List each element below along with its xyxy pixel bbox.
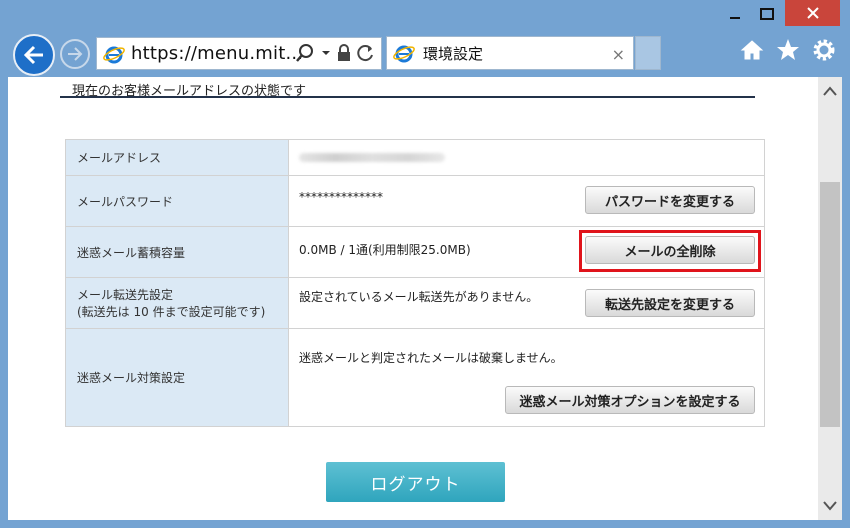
forward-button[interactable] bbox=[60, 39, 90, 69]
dropdown-icon[interactable] bbox=[321, 49, 331, 57]
row-label: 迷惑メール対策設定 bbox=[65, 328, 289, 427]
minimize-icon bbox=[730, 17, 740, 19]
address-bar[interactable]: https://menu.mit... bbox=[96, 37, 382, 70]
back-arrow-icon bbox=[23, 45, 43, 65]
spam-options-button[interactable]: 迷惑メール対策オプションを設定する bbox=[505, 386, 755, 414]
scrollbar-thumb[interactable] bbox=[820, 182, 840, 427]
table-row: メールアドレス bbox=[65, 139, 765, 176]
forwarding-label: メール転送先設定 bbox=[77, 288, 174, 302]
logout-button[interactable]: ログアウト bbox=[326, 462, 505, 502]
section-divider bbox=[60, 96, 755, 98]
table-row: 迷惑メール対策設定 迷惑メールと判定されたメールは破棄しません。 迷惑メール対策… bbox=[65, 328, 765, 427]
maximize-icon bbox=[760, 8, 774, 20]
forwarding-note: (転送先は 10 件まで設定可能です) bbox=[77, 305, 266, 319]
navigation-bar: https://menu.mit... 環境設定 × bbox=[0, 28, 850, 78]
new-tab-button[interactable] bbox=[635, 36, 661, 70]
change-password-button[interactable]: パスワードを変更する bbox=[585, 186, 755, 214]
row-label: メールパスワード bbox=[65, 175, 289, 227]
forward-arrow-icon bbox=[68, 47, 83, 61]
spam-setting-value: 迷惑メールと判定されたメールは破棄しません。 迷惑メール対策オプションを設定する bbox=[288, 328, 765, 427]
table-row: メールパスワード ************** パスワードを変更する bbox=[65, 175, 765, 227]
favorites-star-icon[interactable] bbox=[776, 38, 800, 62]
browser-window: https://menu.mit... 環境設定 × 現在のお客様メールアドレス… bbox=[0, 0, 850, 528]
mail-address-value bbox=[288, 139, 765, 176]
table-row: 迷惑メール蓄積容量 0.0MB / 1通(利用制限25.0MB) メールの全削除 bbox=[65, 226, 765, 278]
spam-setting-status: 迷惑メールと判定されたメールは破棄しません。 bbox=[299, 351, 563, 365]
page-content: 現在のお客様メールアドレスの状態です メールアドレス メールパスワード ****… bbox=[8, 77, 818, 520]
table-row: メール転送先設定 (転送先は 10 件まで設定可能です) 設定されているメール転… bbox=[65, 277, 765, 329]
forwarding-status: 設定されているメール転送先がありません。 bbox=[299, 290, 539, 304]
mail-password-value: ************** パスワードを変更する bbox=[288, 175, 765, 227]
vertical-scrollbar[interactable] bbox=[818, 77, 842, 520]
row-label: 迷惑メール蓄積容量 bbox=[65, 226, 289, 278]
scroll-down-button[interactable] bbox=[818, 492, 842, 520]
row-label: メール転送先設定 (転送先は 10 件まで設定可能です) bbox=[65, 277, 289, 329]
back-button[interactable] bbox=[13, 34, 55, 76]
lock-icon[interactable] bbox=[337, 44, 351, 62]
tab-close-icon[interactable]: × bbox=[612, 45, 625, 64]
chevron-down-icon bbox=[823, 501, 837, 511]
tab-settings[interactable]: 環境設定 × bbox=[386, 36, 634, 70]
url-text: https://menu.mit... bbox=[131, 43, 304, 64]
home-icon[interactable] bbox=[740, 39, 764, 61]
ie-logo-icon bbox=[103, 46, 125, 63]
close-icon bbox=[806, 7, 819, 19]
password-mask: ************** bbox=[299, 190, 383, 204]
ie-logo-icon bbox=[393, 45, 415, 63]
forwarding-value: 設定されているメール転送先がありません。 転送先設定を変更する bbox=[288, 277, 765, 329]
mail-status-table: メールアドレス メールパスワード ************** パスワードを変更… bbox=[65, 139, 765, 427]
row-label: メールアドレス bbox=[65, 139, 289, 176]
refresh-icon[interactable] bbox=[357, 44, 375, 62]
search-icon[interactable] bbox=[295, 43, 315, 63]
settings-gear-icon[interactable] bbox=[812, 38, 836, 62]
spam-storage-value: 0.0MB / 1通(利用制限25.0MB) メールの全削除 bbox=[288, 226, 765, 278]
scroll-up-button[interactable] bbox=[818, 77, 842, 105]
chevron-up-icon bbox=[823, 86, 837, 96]
close-window-button[interactable] bbox=[785, 0, 840, 26]
maximize-button[interactable] bbox=[752, 0, 782, 28]
storage-usage: 0.0MB / 1通(利用制限25.0MB) bbox=[299, 243, 471, 257]
tab-title: 環境設定 bbox=[423, 44, 484, 63]
minimize-button[interactable] bbox=[720, 0, 750, 28]
delete-all-mail-button[interactable]: メールの全削除 bbox=[585, 236, 755, 264]
blurred-email bbox=[299, 152, 445, 162]
change-forwarding-button[interactable]: 転送先設定を変更する bbox=[585, 289, 755, 317]
